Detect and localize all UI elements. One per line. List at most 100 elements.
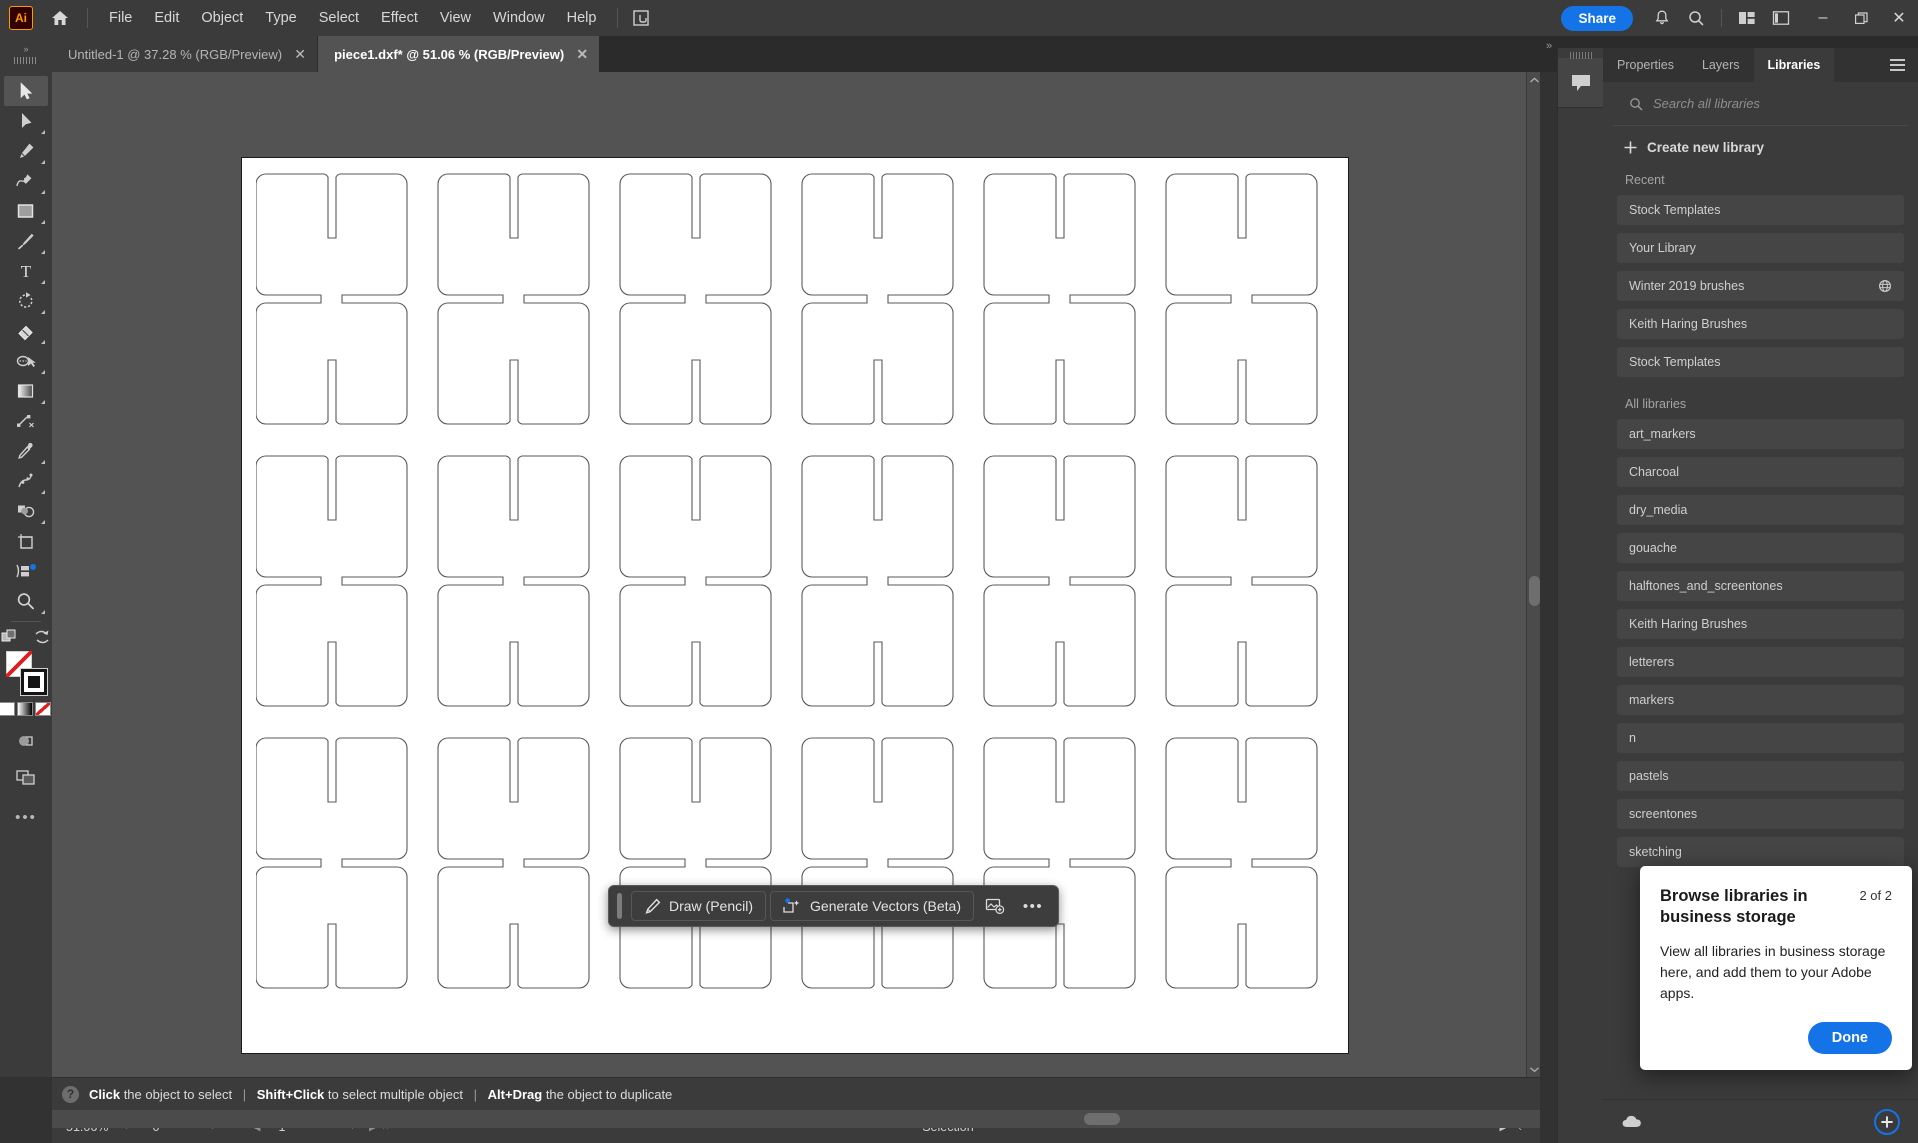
image-add-icon[interactable]	[978, 891, 1012, 921]
toolbar-drag-grip[interactable]	[14, 56, 38, 64]
gradient-tool[interactable]	[4, 376, 48, 406]
toolbar-collapse-arrows[interactable]: »	[23, 44, 28, 54]
shape-builder-tool[interactable]	[4, 496, 48, 526]
zoom-tool[interactable]	[4, 586, 48, 616]
eyedropper-tool[interactable]	[4, 436, 48, 466]
selection-tool[interactable]	[4, 76, 48, 106]
tab-libraries[interactable]: Libraries	[1753, 48, 1835, 82]
list-item[interactable]: dry_media	[1617, 495, 1904, 525]
list-item[interactable]: halftones_and_screentones	[1617, 571, 1904, 601]
menu-item-edit[interactable]: Edit	[143, 4, 190, 32]
tab-close-icon[interactable]: ✕	[293, 46, 307, 63]
task-bar-drag-handle[interactable]	[617, 893, 622, 919]
tab-properties[interactable]: Properties	[1603, 48, 1688, 82]
generate-vectors-button[interactable]: Generate Vectors (Beta)	[770, 891, 974, 921]
list-item[interactable]: Keith Haring Brushes	[1617, 309, 1904, 339]
color-swatch-button[interactable]	[0, 702, 15, 716]
window-controls: – ✕	[1804, 1, 1918, 35]
close-button[interactable]: ✕	[1880, 1, 1918, 35]
dock-collapse-arrows[interactable]: »	[1540, 40, 1558, 54]
fill-stroke-swatches[interactable]	[4, 651, 48, 695]
document-hand-icon[interactable]	[628, 6, 654, 30]
puppet-warp-tool[interactable]	[4, 556, 48, 586]
bell-icon[interactable]	[1645, 1, 1679, 35]
screen-mode-icon[interactable]	[4, 762, 48, 792]
cloud-icon[interactable]	[1621, 1114, 1645, 1130]
scroll-down-icon[interactable]	[1527, 1061, 1540, 1077]
library-search-row[interactable]	[1613, 82, 1908, 126]
document-tab-piece1[interactable]: piece1.dxf* @ 51.06 % (RGB/Preview) ✕	[318, 36, 601, 72]
gradient-swatch-button[interactable]	[17, 702, 33, 716]
menu-item-object[interactable]: Object	[190, 4, 254, 32]
menu-item-help[interactable]: Help	[556, 4, 608, 32]
type-tool[interactable]: T	[4, 256, 48, 286]
library-name: Stock Templates	[1629, 355, 1721, 369]
list-item[interactable]: screentones	[1617, 799, 1904, 829]
create-new-library-button[interactable]: Create new library	[1603, 126, 1918, 167]
artboard-tool[interactable]	[4, 526, 48, 556]
contextual-task-bar[interactable]: Draw (Pencil) Generate Vectors (Beta) ••…	[608, 885, 1059, 927]
eraser-tool[interactable]	[4, 316, 48, 346]
task-bar-more-button[interactable]: •••	[1016, 891, 1050, 921]
paintbrush-tool[interactable]	[4, 226, 48, 256]
list-item[interactable]: pastels	[1617, 761, 1904, 791]
list-item[interactable]: Stock Templates	[1617, 195, 1904, 225]
vertical-scroll-thumb[interactable]	[1529, 576, 1540, 606]
list-item[interactable]: Charcoal	[1617, 457, 1904, 487]
minimize-button[interactable]: –	[1804, 1, 1842, 35]
horizontal-scroll-thumb[interactable]	[1084, 1113, 1120, 1125]
pen-tool[interactable]	[4, 136, 48, 166]
search-icon[interactable]	[1679, 1, 1713, 35]
panel-toggle-icon[interactable]	[1764, 1, 1798, 35]
draw-mode-icon[interactable]	[4, 726, 48, 756]
tab-layers[interactable]: Layers	[1688, 48, 1754, 82]
free-transform-tool[interactable]	[4, 406, 48, 436]
menu-item-select[interactable]: Select	[308, 4, 370, 32]
more-tools-button[interactable]: •••	[4, 802, 48, 832]
maximize-button[interactable]	[1842, 1, 1880, 35]
menu-item-type[interactable]: Type	[254, 4, 307, 32]
canvas-horizontal-scrollbar[interactable]	[52, 1110, 1540, 1128]
comment-icon[interactable]	[1558, 58, 1604, 108]
width-tool[interactable]	[4, 346, 48, 376]
curvature-tool[interactable]	[4, 166, 48, 196]
rotate-tool[interactable]	[4, 286, 48, 316]
stroke-swatch[interactable]	[21, 669, 47, 695]
home-icon[interactable]	[43, 1, 77, 35]
list-item[interactable]: Keith Haring Brushes	[1617, 609, 1904, 639]
menu-item-effect[interactable]: Effect	[370, 4, 429, 32]
scroll-up-icon[interactable]	[1527, 72, 1540, 88]
help-icon[interactable]: ?	[62, 1085, 79, 1103]
symbol-sprayer-tool[interactable]	[4, 466, 48, 496]
list-item[interactable]: art_markers	[1617, 419, 1904, 449]
list-item[interactable]: markers	[1617, 685, 1904, 715]
add-library-button[interactable]	[1874, 1108, 1900, 1135]
default-fill-stroke-icon[interactable]	[32, 627, 52, 647]
done-button[interactable]: Done	[1807, 1022, 1892, 1055]
list-item[interactable]: letterers	[1617, 647, 1904, 677]
menu-item-file[interactable]: File	[98, 4, 143, 32]
menu-item-window[interactable]: Window	[482, 4, 556, 32]
draw-pencil-button[interactable]: Draw (Pencil)	[631, 891, 767, 921]
coachmark-popover[interactable]: Browse libraries in business storage 2 o…	[1640, 866, 1912, 1071]
swap-fill-stroke-icon[interactable]	[0, 627, 22, 647]
canvas-vertical-scrollbar[interactable]	[1526, 72, 1540, 1077]
none-swatch-button[interactable]	[35, 702, 51, 716]
rectangle-tool[interactable]	[4, 196, 48, 226]
canvas-area[interactable]: Draw (Pencil) Generate Vectors (Beta) ••…	[52, 72, 1540, 1077]
panel-menu-icon[interactable]	[1884, 48, 1910, 82]
direct-selection-tool[interactable]	[4, 106, 48, 136]
list-item[interactable]: Winter 2019 brushes	[1617, 271, 1904, 301]
arrange-layout-icon[interactable]	[1730, 1, 1764, 35]
document-tab-untitled[interactable]: Untitled-1 @ 37.28 % (RGB/Preview) ✕	[52, 36, 319, 72]
tab-close-icon[interactable]: ✕	[575, 46, 589, 63]
share-button[interactable]: Share	[1561, 5, 1633, 31]
list-item[interactable]: n	[1617, 723, 1904, 753]
list-item[interactable]: sketching	[1617, 837, 1904, 867]
search-input[interactable]	[1653, 96, 1892, 111]
list-item[interactable]: Your Library	[1617, 233, 1904, 263]
list-item[interactable]: Stock Templates	[1617, 347, 1904, 377]
menu-item-view[interactable]: View	[429, 4, 482, 32]
rail-drag-grip[interactable]	[1570, 52, 1592, 59]
list-item[interactable]: gouache	[1617, 533, 1904, 563]
